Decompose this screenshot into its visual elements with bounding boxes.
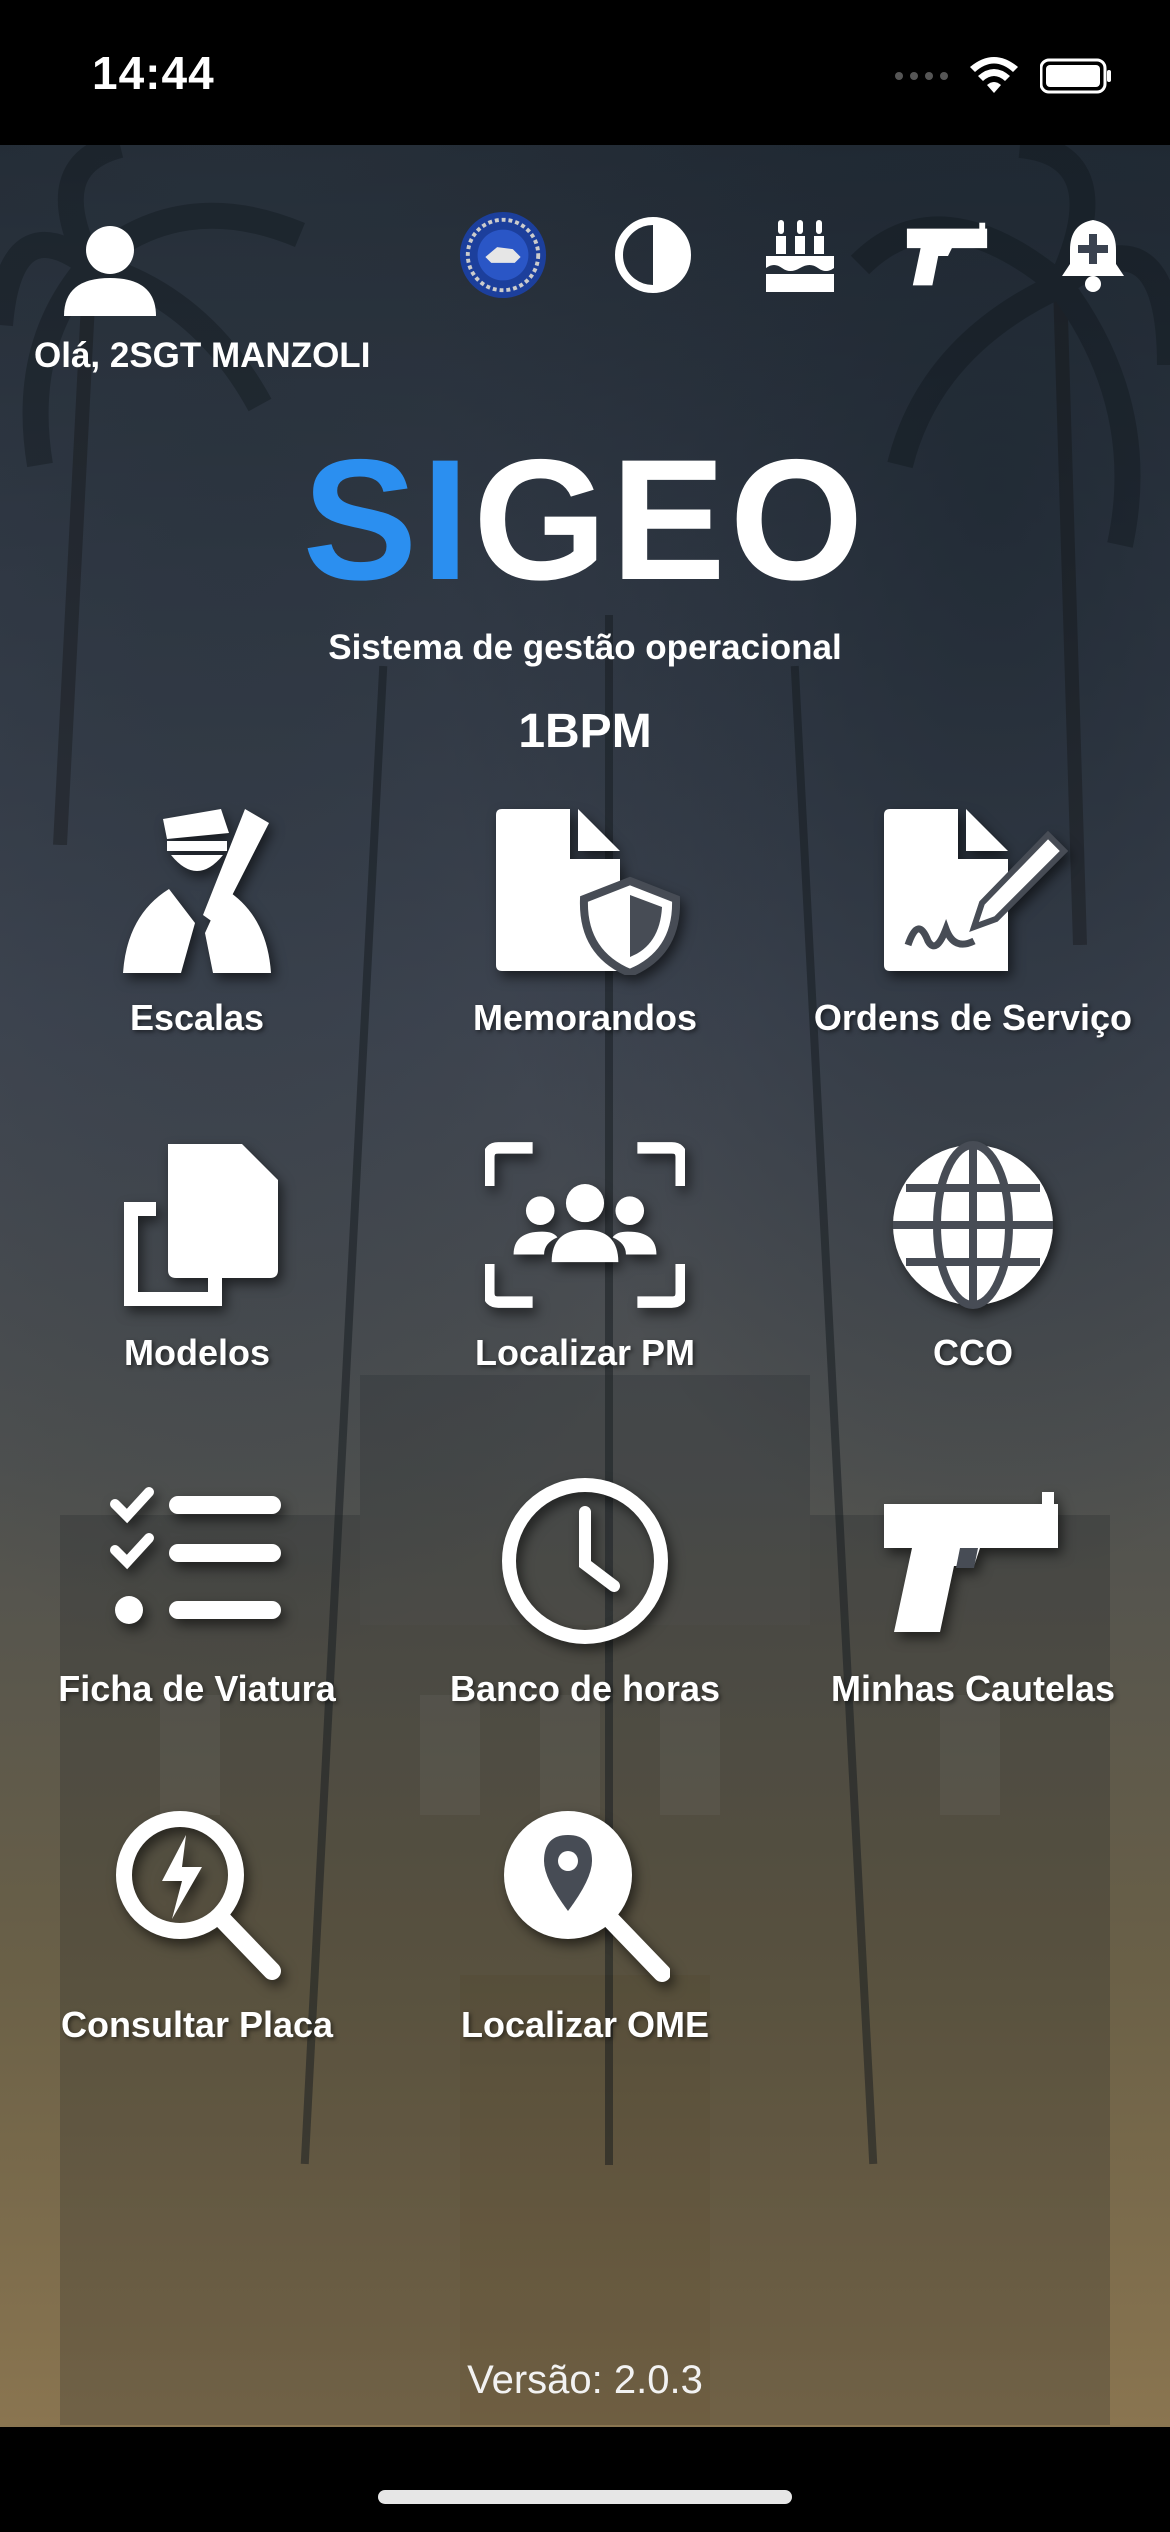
home-bar-area (0, 2427, 1170, 2532)
menu-item-localizar-pm[interactable]: Localizar PM (390, 1130, 780, 1374)
battery-icon (1040, 58, 1111, 94)
wifi-icon (970, 57, 1018, 93)
app-subtitle: Sistema de gestão operacional (328, 628, 842, 667)
menu-item-memorandos[interactable]: Memorandos (390, 795, 780, 1039)
weapons-button[interactable] (903, 210, 993, 300)
status-time: 14:44 (92, 47, 215, 99)
menu-item-minhas-cautelas[interactable]: Minhas Cautelas (778, 1466, 1168, 1710)
notifications-button[interactable] (1048, 210, 1138, 300)
menu-label: Localizar PM (474, 1332, 696, 1373)
menu-label: Ficha de Viatura (58, 1668, 336, 1709)
status-indicators (895, 52, 1112, 100)
unit-emblem-icon (459, 211, 547, 299)
app-logo: SIGEO (0, 430, 1170, 610)
unit-name: 1BPM (518, 705, 652, 758)
unit-emblem-button[interactable] (458, 210, 548, 300)
pistol-icon (906, 222, 988, 286)
clock-icon (502, 1478, 668, 1644)
menu-item-escalas[interactable]: Escalas (2, 795, 392, 1039)
user-avatar-icon[interactable] (60, 220, 160, 320)
menu-label: Minhas Cautelas (830, 1668, 1116, 1709)
birthdays-button[interactable] (755, 210, 845, 300)
copy-icon (124, 1144, 278, 1306)
menu-label: Memorandos (472, 997, 698, 1038)
status-bar: 14:44 (0, 0, 1170, 145)
menu-label: Escalas (129, 997, 265, 1038)
menu-item-localizar-ome[interactable]: Localizar OME (390, 1802, 780, 2046)
document-sign-icon (884, 809, 1068, 971)
cellular-signal-icon (895, 72, 948, 80)
menu-label: Modelos (123, 1332, 270, 1373)
document-shield-icon (496, 809, 680, 975)
contrast-icon (615, 217, 691, 293)
birthday-cake-icon (766, 220, 834, 292)
globe-icon (893, 1141, 1053, 1309)
menu-item-consultar-placa[interactable]: Consultar Placa (2, 1802, 392, 2046)
location-search-icon (504, 1811, 670, 1982)
menu-item-cco[interactable]: CCO (778, 1130, 1168, 1374)
logo-geo: GEO (473, 424, 868, 616)
top-actions (458, 210, 1138, 299)
user-greeting: Olá, 2SGT MANZOLI (34, 336, 371, 375)
app-version: Versão: 2.0.3 (467, 2358, 703, 2402)
menu-label: Ordens de Serviço (813, 997, 1133, 1038)
menu-item-modelos[interactable]: Modelos (2, 1130, 392, 1374)
menu-label: Banco de horas (449, 1668, 721, 1709)
checklist-icon (110, 1487, 281, 1624)
menu-item-ficha-de-viatura[interactable]: Ficha de Viatura (2, 1466, 392, 1710)
logo-si: SI (302, 424, 474, 616)
menu-label: Consultar Placa (60, 2004, 334, 2045)
menu-item-ordens-de-servico[interactable]: Ordens de Serviço (778, 795, 1168, 1039)
menu-label: Localizar OME (460, 2004, 710, 2045)
menu-label: CCO (933, 1332, 1013, 1373)
bell-plus-icon (1062, 220, 1124, 292)
home-indicator[interactable] (378, 2490, 792, 2504)
pistol-icon (884, 1492, 1058, 1632)
contrast-toggle-button[interactable] (608, 210, 698, 300)
officer-icon (123, 809, 271, 973)
menu-item-banco-de-horas[interactable]: Banco de horas (390, 1466, 780, 1710)
lightning-search-icon (116, 1811, 281, 1980)
group-focus-icon (485, 1142, 685, 1308)
